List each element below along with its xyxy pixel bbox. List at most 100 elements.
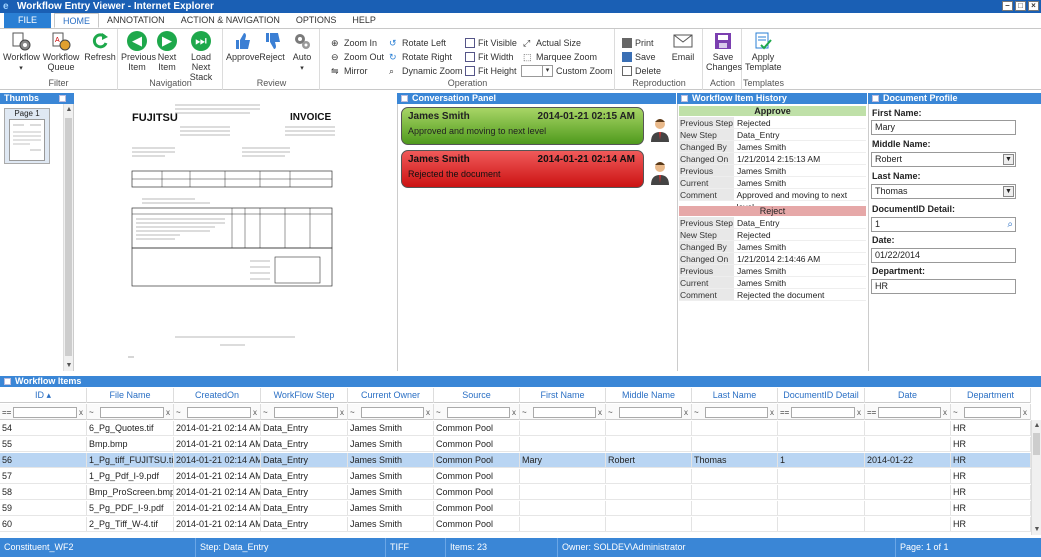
- filter-operator[interactable]: ~: [350, 408, 361, 417]
- table-row[interactable]: 54 6_Pg_Quotes.tif 2014-01-21 02:14 AM Data…: [0, 421, 1031, 436]
- filter-input[interactable]: [187, 406, 251, 418]
- filter-input[interactable]: [619, 406, 682, 418]
- email-button[interactable]: Email: [668, 31, 698, 62]
- fit-height-button[interactable]: Fit Height: [465, 65, 517, 77]
- fit-visible-button[interactable]: Fit Visible: [465, 37, 517, 49]
- rotate-left-button[interactable]: ↺ Rotate Left: [389, 37, 446, 49]
- scroll-down-icon[interactable]: ▼: [1032, 526, 1041, 533]
- mirror-button[interactable]: ⇋ Mirror: [331, 65, 368, 77]
- filter-operator[interactable]: ==: [2, 408, 13, 417]
- filter-input[interactable]: [100, 406, 164, 418]
- marquee-zoom-button[interactable]: ⬚ Marquee Zoom: [523, 51, 597, 63]
- custom-zoom-select[interactable]: ▾: [521, 65, 553, 77]
- filter-operator[interactable]: ~: [89, 408, 100, 417]
- column-header-last-name[interactable]: Last Name: [692, 388, 778, 403]
- column-header-current-owner[interactable]: Current Owner: [348, 388, 434, 403]
- column-header-id[interactable]: ID ▴: [0, 388, 87, 403]
- middle-name-select[interactable]: Robert ▼: [871, 152, 1016, 167]
- auto-button[interactable]: Auto ▾: [288, 31, 316, 74]
- previous-item-button[interactable]: ◀ Previous Item: [121, 31, 156, 72]
- load-next-stack-button[interactable]: ⏭ Load Next Stack: [182, 31, 220, 82]
- print-button[interactable]: Print: [622, 37, 654, 49]
- scroll-down-icon[interactable]: ▼: [64, 362, 74, 369]
- chevron-down-icon[interactable]: ▼: [1003, 186, 1014, 197]
- pin-icon[interactable]: [59, 95, 66, 102]
- maximize-button[interactable]: □: [1015, 1, 1026, 11]
- filter-input[interactable]: [533, 406, 596, 418]
- zoom-in-button[interactable]: ⊕ Zoom In: [331, 37, 377, 49]
- column-header-date[interactable]: Date: [865, 388, 951, 403]
- filter-input[interactable]: [964, 406, 1021, 418]
- search-icon[interactable]: ⌕: [1007, 218, 1013, 231]
- filter-operator[interactable]: ~: [436, 408, 447, 417]
- workflow-queue-button[interactable]: A Workflow Queue: [42, 31, 80, 72]
- column-header-documentid-detail[interactable]: DocumentID Detail: [778, 388, 865, 403]
- tab-help[interactable]: HELP: [344, 13, 384, 28]
- filter-input[interactable]: [878, 406, 941, 418]
- tab-annotation[interactable]: ANNOTATION: [99, 13, 173, 28]
- date-field[interactable]: 01/22/2014: [871, 248, 1016, 263]
- column-header-first-name[interactable]: First Name: [520, 388, 606, 403]
- document-id-field[interactable]: 1 ⌕: [871, 217, 1016, 232]
- last-name-select[interactable]: Thomas ▼: [871, 184, 1016, 199]
- filter-operator[interactable]: ~: [694, 408, 705, 417]
- next-item-button[interactable]: ▶ Next Item: [153, 31, 181, 72]
- filter-input[interactable]: [447, 406, 510, 418]
- table-row[interactable]: 56 1_Pg_tiff_FUJITSU.tif 2014-01-21 02:14 …: [0, 453, 1031, 468]
- scroll-thumb[interactable]: [65, 118, 72, 356]
- clear-filter-icon[interactable]: x: [79, 408, 86, 417]
- column-header-middle-name[interactable]: Middle Name: [606, 388, 692, 403]
- delete-button[interactable]: Delete: [622, 65, 661, 77]
- rotate-right-button[interactable]: ↻ Rotate Right: [389, 51, 452, 63]
- clear-filter-icon[interactable]: x: [512, 408, 519, 417]
- filter-operator[interactable]: ~: [263, 408, 274, 417]
- table-row[interactable]: 58 Bmp_ProScreen.bmp 2014-01-21 02:14 AM Da…: [0, 485, 1031, 500]
- apply-template-button[interactable]: Apply Template: [745, 31, 782, 72]
- dynamic-zoom-button[interactable]: ⌕ Dynamic Zoom: [389, 65, 463, 77]
- column-header-workflow-step[interactable]: WorkFlow Step: [261, 388, 348, 403]
- actual-size-button[interactable]: ⤢ Actual Size: [523, 37, 581, 49]
- grid-scrollbar[interactable]: ▲ ▼: [1031, 420, 1041, 535]
- filter-input[interactable]: [705, 406, 768, 418]
- column-header-source[interactable]: Source: [434, 388, 520, 403]
- minimize-button[interactable]: –: [1002, 1, 1013, 11]
- table-row[interactable]: 57 1_Pg_Pdf_I-9.pdf 2014-01-21 02:14 AM Dat…: [0, 469, 1031, 484]
- clear-filter-icon[interactable]: x: [857, 408, 864, 417]
- filter-input[interactable]: [791, 406, 855, 418]
- clear-filter-icon[interactable]: x: [770, 408, 777, 417]
- scroll-thumb[interactable]: [1033, 433, 1040, 455]
- filter-input[interactable]: [361, 406, 424, 418]
- clear-filter-icon[interactable]: x: [1023, 408, 1030, 417]
- custom-zoom-control[interactable]: ▾ Custom Zoom: [521, 65, 613, 77]
- thumbs-scrollbar[interactable]: ▲ ▼: [63, 104, 73, 371]
- table-row[interactable]: 59 5_Pg_PDF_I-9.pdf 2014-01-21 02:14 AM Dat…: [0, 501, 1031, 516]
- scroll-up-icon[interactable]: ▲: [64, 106, 74, 113]
- refresh-button[interactable]: Refresh: [84, 31, 116, 62]
- tab-options[interactable]: OPTIONS: [288, 13, 345, 28]
- filter-input[interactable]: [13, 406, 77, 418]
- zoom-out-button[interactable]: ⊖ Zoom Out: [331, 51, 384, 63]
- filter-input[interactable]: [274, 406, 338, 418]
- tab-file[interactable]: FILE: [4, 13, 52, 28]
- first-name-field[interactable]: Mary: [871, 120, 1016, 135]
- filter-operator[interactable]: ~: [176, 408, 187, 417]
- department-field[interactable]: HR: [871, 279, 1016, 294]
- filter-operator[interactable]: ==: [780, 408, 791, 417]
- clear-filter-icon[interactable]: x: [166, 408, 173, 417]
- tab-action-navigation[interactable]: ACTION & NAVIGATION: [173, 13, 288, 28]
- workflow-button[interactable]: Workflow ▾: [3, 31, 40, 74]
- table-row[interactable]: 60 2_Pg_Tiff_W-4.tif 2014-01-21 02:14 AM Da…: [0, 517, 1031, 532]
- save-changes-button[interactable]: Save Changes: [706, 31, 742, 72]
- scroll-up-icon[interactable]: ▲: [1032, 422, 1041, 429]
- column-header-file-name[interactable]: File Name: [87, 388, 174, 403]
- filter-operator[interactable]: ==: [867, 408, 878, 417]
- thumbnail-page-1[interactable]: Page 1: [4, 108, 50, 164]
- clear-filter-icon[interactable]: x: [943, 408, 950, 417]
- filter-operator[interactable]: ~: [953, 408, 964, 417]
- tab-home[interactable]: HOME: [54, 13, 100, 28]
- clear-filter-icon[interactable]: x: [598, 408, 605, 417]
- column-header-createdon[interactable]: CreatedOn: [174, 388, 261, 403]
- clear-filter-icon[interactable]: x: [253, 408, 260, 417]
- filter-operator[interactable]: ~: [522, 408, 533, 417]
- table-row[interactable]: 55 Bmp.bmp 2014-01-21 02:14 AM Data_Entry Ja…: [0, 437, 1031, 452]
